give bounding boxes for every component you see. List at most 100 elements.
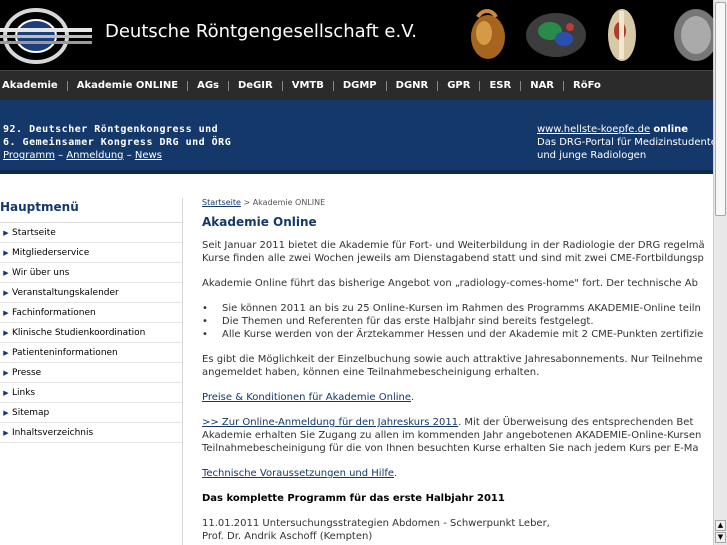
main-content: Startseite > Akademie ONLINE Akademie On… [202, 196, 713, 545]
tech-period: . [394, 468, 398, 479]
arrow-right-icon: ▶ [3, 288, 9, 297]
breadcrumb-home-link[interactable]: Startseite [202, 198, 241, 207]
main-nav: Akademie Akademie ONLINE AGs DeGIR VMTB … [0, 70, 713, 100]
congress-banner: 92. Deutscher Röntgenkongress und 6. Gem… [0, 100, 713, 174]
bullet-icon: • [202, 303, 208, 314]
online-registration-link[interactable]: >> Zur Online-Anmeldung für den Jahresku… [202, 417, 458, 428]
arrow-right-icon: ▶ [3, 328, 9, 337]
registration-line-2: Akademie erhalten Sie Zugang zu allen im… [202, 430, 702, 441]
list-item-text: Sie können 2011 an bis zu 25 Online-Kurs… [222, 303, 701, 314]
menu-item-label: Inhaltsverzeichnis [12, 427, 94, 438]
nav-dgnr[interactable]: DGNR [387, 71, 438, 100]
continuation-paragraph: Akademie Online führt das bisherige Ange… [202, 278, 698, 289]
scroll-down-icon[interactable]: ▼ [715, 532, 726, 543]
feature-list: • Sie können 2011 an bis zu 25 Online-Kur… [202, 302, 713, 341]
arrow-right-icon: ▶ [3, 388, 9, 397]
registration-link[interactable]: Anmeldung [66, 150, 123, 161]
prices-paragraph: Preise & Konditionen für Akademie Online… [202, 391, 713, 404]
menu-item-sitemap[interactable]: ▶ Sitemap [0, 403, 182, 423]
page-scrollbar[interactable]: ▲ ▼ [713, 0, 727, 545]
list-item: • Alle Kurse werden von der Ärztekammer H… [202, 328, 713, 341]
bullet-icon: • [202, 329, 208, 340]
menu-item-veranstaltungskalender[interactable]: ▶ Veranstaltungskalender [0, 283, 182, 303]
menu-item-label: Patienteninformationen [12, 347, 118, 358]
brain-scan-image [520, 5, 592, 65]
nav-ags[interactable]: AGs [188, 71, 228, 100]
nav-roefo[interactable]: RöFo [564, 71, 610, 100]
menu-item-label: Wir über uns [12, 267, 70, 278]
portal-online-label: online [653, 124, 689, 135]
prices-period: . [411, 392, 415, 403]
portal-line-2: Das DRG-Portal für Medizinstudenten [537, 137, 713, 148]
menu-item-mitgliederservice[interactable]: ▶ Mitgliederservice [0, 243, 182, 263]
prices-link[interactable]: Preise & Konditionen für Akademie Online [202, 392, 411, 403]
tech-requirements-link[interactable]: Technische Voraussetzungen und Hilfe [202, 468, 394, 479]
congress-line-2: 6. Gemeinsamer Kongress DRG und ÖRG [3, 137, 232, 148]
arrow-right-icon: ▶ [3, 308, 9, 317]
arrow-right-icon: ▶ [3, 268, 9, 277]
breadcrumb-current: > Akademie ONLINE [240, 198, 326, 207]
nav-esr[interactable]: ESR [480, 71, 520, 100]
list-item: • Die Themen und Referenten für das erste… [202, 315, 713, 328]
page-title: Akademie Online [202, 215, 317, 229]
list-item: • Sie können 2011 an bis zu 25 Online-Kur… [202, 302, 713, 315]
portal-link[interactable]: www.hellste-koepfe.de [537, 124, 650, 135]
program-link[interactable]: Programm [3, 150, 55, 161]
portal-info: www.hellste-koepfe.de online Das DRG-Por… [537, 123, 713, 162]
menu-item-label: Veranstaltungskalender [12, 287, 119, 298]
arrow-right-icon: ▶ [3, 368, 9, 377]
menu-item-label: Mitgliederservice [12, 247, 90, 258]
program-entry: 11.01.2011 Untersuchungsstrategien Abdom… [202, 517, 713, 543]
program-entry-line-1: 11.01.2011 Untersuchungsstrategien Abdom… [202, 518, 550, 529]
sidebar: Hauptmenü ▶ Startseite ▶ Mitgliederservice… [0, 194, 182, 443]
nav-nar[interactable]: NAR [521, 71, 563, 100]
menu-item-patienteninformationen[interactable]: ▶ Patienteninformationen [0, 343, 182, 363]
intro-line-1: Seit Januar 2011 bietet die Akademie für… [202, 240, 705, 251]
breadcrumb: Startseite > Akademie ONLINE [202, 196, 713, 209]
site-header: Deutsche Röntgengesellschaft e.V. [0, 0, 713, 70]
nav-vmtb[interactable]: VMTB [283, 71, 333, 100]
registration-paragraph: >> Zur Online-Anmeldung für den Jahresku… [202, 416, 713, 455]
menu-item-presse[interactable]: ▶ Presse [0, 363, 182, 383]
menu-item-fachinformationen[interactable]: ▶ Fachinformationen [0, 303, 182, 323]
arrow-right-icon: ▶ [3, 408, 9, 417]
nav-gpr[interactable]: GPR [438, 71, 479, 100]
scrollbar-thumb[interactable] [715, 2, 726, 216]
tech-paragraph: Technische Voraussetzungen und Hilfe. [202, 467, 713, 480]
drg-logo[interactable] [0, 6, 95, 66]
banner-spacer [0, 178, 713, 184]
booking-line-1: Es gibt die Möglichkeit der Einzelbuchun… [202, 354, 703, 365]
menu-item-label: Klinische Studienkoordination [12, 327, 146, 338]
menu-item-label: Fachinformationen [12, 307, 96, 318]
menu-item-studienkoordination[interactable]: ▶ Klinische Studienkoordination [0, 323, 182, 343]
column-divider [182, 198, 183, 545]
arrow-right-icon: ▶ [3, 248, 9, 257]
menu-item-wir-ueber-uns[interactable]: ▶ Wir über uns [0, 263, 182, 283]
nav-dgmp[interactable]: DGMP [334, 71, 386, 100]
registration-line-1-rest: . Mit der Überweisung des entsprechenden… [458, 417, 694, 428]
bullet-icon: • [202, 316, 208, 327]
main-menu: ▶ Startseite ▶ Mitgliederservice ▶ Wir über… [0, 223, 182, 443]
head-scan-image [664, 5, 713, 65]
arrow-right-icon: ▶ [3, 428, 9, 437]
nav-akademie-online[interactable]: Akademie ONLINE [68, 71, 187, 100]
nav-akademie[interactable]: Akademie [0, 71, 67, 100]
booking-paragraph: Es gibt die Möglichkeit der Einzelbuchun… [202, 353, 713, 379]
menu-item-inhaltsverzeichnis[interactable]: ▶ Inhaltsverzeichnis [0, 423, 182, 443]
congress-line-1: 92. Deutscher Röntgenkongress und [3, 124, 219, 135]
list-item-text: Alle Kurse werden von der Ärztekammer He… [222, 329, 704, 340]
news-link[interactable]: News [135, 150, 162, 161]
skeleton-image [600, 5, 644, 65]
menu-item-label: Sitemap [12, 407, 50, 418]
scroll-up-icon[interactable]: ▲ [715, 520, 726, 531]
menu-item-links[interactable]: ▶ Links [0, 383, 182, 403]
link-dash: – [58, 150, 64, 161]
registration-line-3: Teilnahmebescheinigung für die von Ihnen… [202, 443, 699, 454]
nav-degir[interactable]: DeGIR [229, 71, 282, 100]
congress-info: 92. Deutscher Röntgenkongress und 6. Gem… [3, 123, 231, 162]
sidebar-title: Hauptmenü [0, 194, 182, 223]
site-title: Deutsche Röntgengesellschaft e.V. [105, 21, 417, 42]
menu-item-label: Startseite [12, 227, 56, 238]
menu-item-startseite[interactable]: ▶ Startseite [0, 223, 182, 243]
program-entry-line-2: Prof. Dr. Andrik Aschoff (Kempten) [202, 531, 373, 542]
